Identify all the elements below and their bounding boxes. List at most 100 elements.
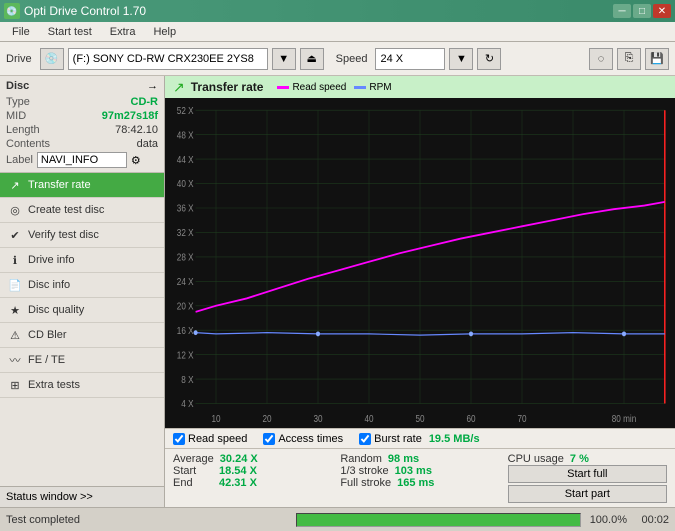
titlebar: 💿 Opti Drive Control 1.70 ─ □ ✕ — [0, 0, 675, 22]
menu-extra[interactable]: Extra — [102, 24, 144, 40]
stat-stroke1-label: 1/3 stroke — [340, 465, 388, 477]
read-speed-checkbox[interactable] — [173, 433, 185, 445]
stat-start-label: Start — [173, 465, 213, 477]
disc-mid-val: 97m27s18f — [102, 110, 158, 122]
chart-header: ↗ Transfer rate Read speed RPM — [165, 76, 675, 98]
svg-text:44 X: 44 X — [177, 154, 194, 165]
chart-area: 52 X 48 X 44 X 40 X 36 X 32 X 28 X 24 X … — [165, 98, 675, 428]
stat-average-val: 30.24 X — [220, 453, 258, 465]
disc-arrow-icon: → — [147, 80, 158, 92]
progress-percent: 100.0% — [587, 514, 627, 526]
progress-bar — [297, 514, 581, 526]
access-times-check-label: Access times — [278, 433, 343, 445]
stat-average-label: Average — [173, 453, 214, 465]
sidebar-item-disc-quality-label: Disc quality — [28, 304, 84, 316]
refresh-button[interactable]: ↻ — [477, 48, 501, 70]
sidebar-item-extra-tests-label: Extra tests — [28, 379, 80, 391]
erase-button[interactable]: ◌ — [589, 48, 613, 70]
sidebar-item-fe-te-label: FE / TE — [28, 354, 65, 366]
disc-length-val: 78:42.10 — [115, 124, 158, 136]
svg-text:80 min: 80 min — [612, 413, 636, 424]
disc-length-label: Length — [6, 124, 40, 136]
create-test-disc-icon: ◎ — [8, 203, 22, 217]
disc-mid-label: MID — [6, 110, 26, 122]
toolbar: Drive 💿 (F:) SONY CD-RW CRX230EE 2YS8 ▼ … — [0, 42, 675, 76]
svg-text:20 X: 20 X — [177, 301, 194, 312]
stat-fullstroke-label: Full stroke — [340, 477, 391, 489]
svg-text:28 X: 28 X — [177, 252, 194, 263]
stat-stroke1-val: 103 ms — [395, 465, 432, 477]
svg-text:4 X: 4 X — [181, 399, 193, 410]
disc-label-input[interactable] — [37, 152, 127, 168]
dropdown-arrow[interactable]: ▼ — [272, 48, 296, 70]
disc-header: Disc → — [6, 80, 158, 92]
speed-select[interactable]: 24 X — [375, 48, 445, 70]
disc-length-row: Length 78:42.10 — [6, 124, 158, 136]
app-icon: 💿 — [4, 3, 20, 19]
disc-type-row: Type CD-R — [6, 96, 158, 108]
svg-text:60: 60 — [466, 413, 475, 424]
speed-label: Speed — [336, 53, 368, 65]
svg-text:10: 10 — [211, 413, 220, 424]
legend-read-speed-label: Read speed — [292, 82, 346, 93]
check-burst-rate: Burst rate 19.5 MB/s — [359, 433, 479, 445]
menu-help[interactable]: Help — [145, 24, 184, 40]
content-area: ↗ Transfer rate Read speed RPM — [165, 76, 675, 507]
chart-svg: 52 X 48 X 44 X 40 X 36 X 32 X 28 X 24 X … — [165, 98, 675, 428]
fe-te-icon: 〰 — [8, 353, 22, 367]
svg-text:12 X: 12 X — [177, 350, 194, 361]
legend-rpm-color — [354, 86, 366, 89]
stat-cpu-row: CPU usage 7 % — [508, 453, 667, 465]
disc-type-val: CD-R — [131, 96, 159, 108]
copy-button[interactable]: ⎘ — [617, 48, 641, 70]
disc-mid-row: MID 97m27s18f — [6, 110, 158, 122]
sidebar-item-cd-bler[interactable]: ⚠ CD Bler — [0, 323, 164, 348]
start-part-button[interactable]: Start part — [508, 485, 667, 503]
disc-contents-row: Contents data — [6, 138, 158, 150]
save-button[interactable]: 💾 — [645, 48, 669, 70]
sidebar-item-drive-info-label: Drive info — [28, 254, 74, 266]
verify-test-disc-icon: ✔ — [8, 228, 22, 242]
maximize-button[interactable]: □ — [633, 4, 651, 18]
sidebar-item-transfer-rate[interactable]: ↗ Transfer rate — [0, 173, 164, 198]
minimize-button[interactable]: ─ — [613, 4, 631, 18]
access-times-checkbox[interactable] — [263, 433, 275, 445]
sidebar-item-verify-test-disc[interactable]: ✔ Verify test disc — [0, 223, 164, 248]
drive-info-icon: ℹ — [8, 253, 22, 267]
drive-icon: 💿 — [40, 48, 64, 70]
menu-file[interactable]: File — [4, 24, 38, 40]
extra-tests-icon: ⊞ — [8, 378, 22, 392]
menu-start-test[interactable]: Start test — [40, 24, 100, 40]
sidebar-item-drive-info[interactable]: ℹ Drive info — [0, 248, 164, 273]
speed-dropdown-arrow[interactable]: ▼ — [449, 48, 473, 70]
sidebar-item-extra-tests[interactable]: ⊞ Extra tests — [0, 373, 164, 398]
sidebar-item-cd-bler-label: CD Bler — [28, 329, 67, 341]
svg-text:48 X: 48 X — [177, 130, 194, 141]
svg-text:40: 40 — [364, 413, 373, 424]
disc-contents-val: data — [137, 138, 158, 150]
titlebar-left: 💿 Opti Drive Control 1.70 — [4, 3, 146, 19]
sidebar-item-disc-quality[interactable]: ★ Disc quality — [0, 298, 164, 323]
sidebar-item-verify-test-disc-label: Verify test disc — [28, 229, 99, 241]
close-button[interactable]: ✕ — [653, 4, 671, 18]
legend-read-speed: Read speed — [277, 82, 346, 93]
stat-random-row: Random 98 ms — [340, 453, 499, 465]
chart-title: Transfer rate — [191, 80, 264, 94]
stat-average-row: Average 30.24 X — [173, 453, 332, 465]
sidebar-item-create-test-disc[interactable]: ◎ Create test disc — [0, 198, 164, 223]
disc-settings-icon[interactable]: ⚙ — [131, 154, 141, 167]
sidebar-item-fe-te[interactable]: 〰 FE / TE — [0, 348, 164, 373]
stat-cpu-val: 7 % — [570, 453, 589, 465]
drive-select[interactable]: (F:) SONY CD-RW CRX230EE 2YS8 — [68, 48, 268, 70]
disc-quality-icon: ★ — [8, 303, 22, 317]
stats-col1: Average 30.24 X Start 18.54 X End 42.31 … — [173, 453, 332, 503]
svg-text:24 X: 24 X — [177, 276, 194, 287]
disc-type-label: Type — [6, 96, 30, 108]
start-full-button[interactable]: Start full — [508, 465, 667, 483]
stats-col2: Random 98 ms 1/3 stroke 103 ms Full stro… — [340, 453, 499, 503]
svg-text:36 X: 36 X — [177, 203, 194, 214]
burst-rate-checkbox[interactable] — [359, 433, 371, 445]
status-window-button[interactable]: Status window >> — [0, 486, 164, 507]
eject-button[interactable]: ⏏ — [300, 48, 324, 70]
sidebar-item-disc-info[interactable]: 📄 Disc info — [0, 273, 164, 298]
